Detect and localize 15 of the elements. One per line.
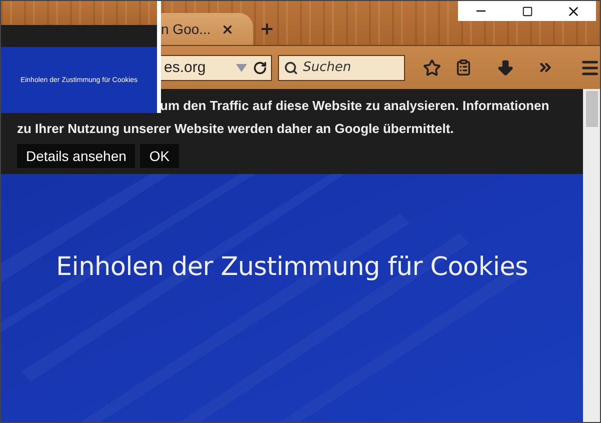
download-icon[interactable]	[496, 58, 515, 77]
browser-tab[interactable]: n Goo...	[161, 13, 253, 45]
search-field[interactable]: Suchen	[278, 54, 405, 80]
reload-icon[interactable]	[253, 60, 267, 74]
star-icon[interactable]	[423, 58, 441, 76]
details-button[interactable]: Details ansehen	[17, 144, 136, 168]
close-tab-icon[interactable]	[220, 22, 234, 36]
search-icon	[284, 60, 298, 74]
maximize-icon	[522, 6, 532, 16]
hero-heading: Einholen der Zustimmung für Cookies	[55, 252, 529, 282]
new-tab-icon[interactable]	[259, 21, 275, 37]
clipboard-icon[interactable]	[455, 59, 472, 76]
scrollbar[interactable]	[583, 89, 600, 422]
notice-text: um den Traffic auf diese Website zu analysieren. Informationen zu Ihrer Nutzung unserer Website werden daher an Google übermittelt.	[17, 97, 550, 138]
ok-button[interactable]: OK	[140, 144, 179, 168]
